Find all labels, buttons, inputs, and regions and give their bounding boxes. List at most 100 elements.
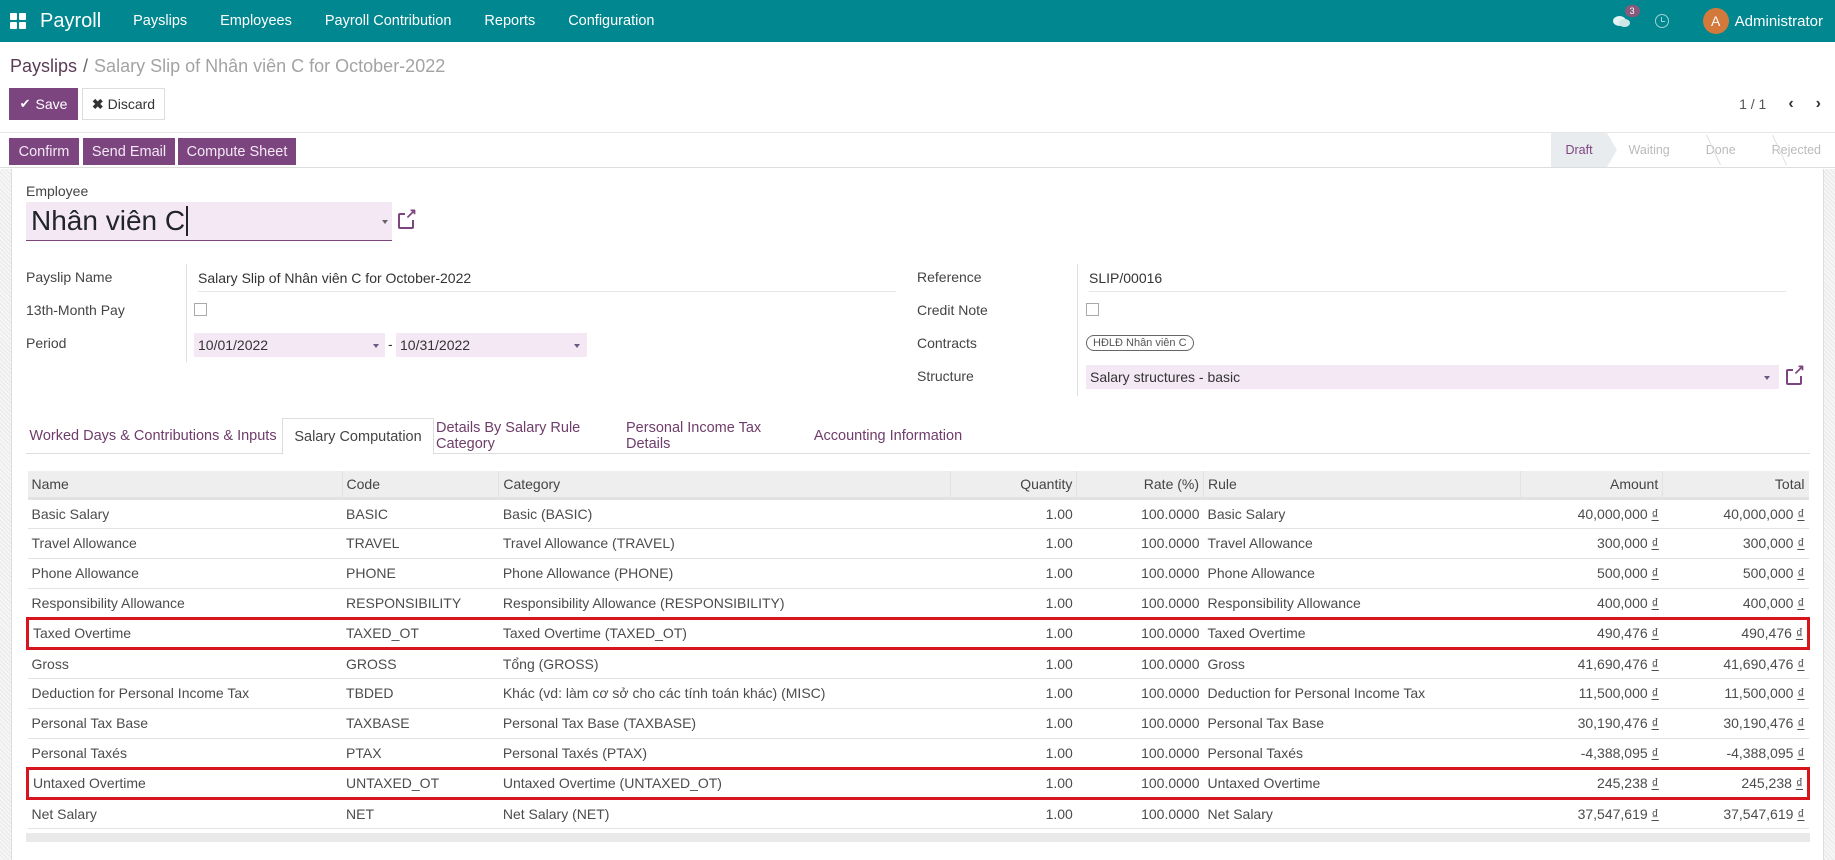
reference-input[interactable]: SLIP/00016	[1089, 270, 1162, 286]
tab-personal-income-tax[interactable]: Personal Income Tax Details	[626, 418, 804, 454]
table-row[interactable]: Gross GROSS Tổng (GROSS) 1.00 100.0000 Gross 4…	[27, 648, 1809, 679]
thirteenth-month-checkbox[interactable]	[194, 303, 207, 316]
payslip-name-input[interactable]: Salary Slip of Nhân viên C for October-2…	[198, 270, 471, 286]
cell-code: GROSS	[342, 648, 499, 679]
contract-tag[interactable]: HĐLĐ Nhân viên C	[1086, 335, 1194, 351]
col-rate[interactable]: Rate (%)	[1076, 471, 1205, 500]
discard-button[interactable]: ✖ Discard	[82, 88, 165, 120]
total-value: 30,190,476	[1723, 715, 1794, 731]
col-category[interactable]: Category	[498, 471, 951, 500]
cell-quantity: 1.00	[950, 616, 1077, 650]
reference-label: Reference	[917, 269, 982, 285]
employee-dropdown-icon[interactable]	[382, 220, 388, 224]
table-body: Basic Salary BASIC Basic (BASIC) 1.00 100.00…	[26, 498, 1810, 829]
amount-value: 40,000,000	[1577, 505, 1648, 522]
cell-amount: 300,000 ₫	[1520, 528, 1663, 559]
col-code[interactable]: Code	[342, 471, 500, 500]
total-value: 300,000	[1742, 535, 1794, 551]
cell-rule: Basic Salary	[1203, 498, 1521, 529]
credit-note-checkbox[interactable]	[1086, 303, 1099, 316]
col-total[interactable]: Total	[1662, 471, 1809, 500]
cell-code: PTAX	[342, 738, 499, 769]
employee-input[interactable]: Nhân viên C	[26, 202, 392, 241]
col-name[interactable]: Name	[27, 471, 343, 500]
app-name[interactable]: Payroll	[40, 10, 101, 33]
send-email-button[interactable]: Send Email	[83, 138, 175, 165]
cell-rate: 100.0000	[1076, 558, 1204, 589]
structure-external-link-icon[interactable]	[1786, 362, 1806, 385]
cell-quantity: 1.00	[950, 498, 1077, 529]
currency-symbol: ₫	[1651, 565, 1659, 581]
save-button[interactable]: ✔ Save	[9, 88, 78, 120]
cell-category: Personal Taxés (PTAX)	[498, 738, 951, 769]
confirm-button[interactable]: Confirm	[9, 138, 79, 165]
employee-external-link-icon[interactable]	[398, 206, 418, 229]
compute-sheet-button[interactable]: Compute Sheet	[178, 138, 296, 165]
col-quantity[interactable]: Quantity	[950, 471, 1078, 500]
tab-accounting-info[interactable]: Accounting Information	[808, 418, 968, 454]
cell-code: TAXED_OT	[342, 616, 499, 650]
table-row[interactable]: Personal Taxés PTAX Personal Taxés (PTAX) 1…	[27, 738, 1809, 769]
close-icon: ✖	[91, 95, 104, 112]
table-footer	[26, 833, 1810, 842]
col-rule[interactable]: Rule	[1203, 471, 1521, 500]
pager-value[interactable]: 1 / 1	[1739, 96, 1766, 112]
period-separator: -	[388, 336, 393, 352]
pager-next-icon[interactable]: ›	[1816, 95, 1821, 113]
cell-category: Tổng (GROSS)	[498, 648, 951, 679]
table-row[interactable]: Travel Allowance TRAVEL Travel Allowance (…	[27, 528, 1809, 559]
table-row[interactable]: Net Salary NET Net Salary (NET) 1.00 100.000…	[27, 798, 1809, 829]
cell-name: Travel Allowance	[27, 528, 343, 559]
period-to-dropdown-icon[interactable]	[574, 344, 580, 348]
cell-rule: Gross	[1203, 648, 1521, 679]
cell-rate: 100.0000	[1076, 616, 1204, 650]
tab-details-by-category[interactable]: Details By Salary Rule Category	[436, 418, 620, 454]
breadcrumb-separator: /	[83, 56, 89, 76]
messages-icon[interactable]: 3	[1612, 5, 1640, 28]
col-amount[interactable]: Amount	[1520, 471, 1664, 500]
amount-value: -4,388,095	[1580, 744, 1648, 761]
cell-rule: Responsibility Allowance	[1203, 588, 1521, 619]
menu-configuration[interactable]: Configuration	[568, 13, 654, 29]
cell-rate: 100.0000	[1076, 588, 1204, 619]
table-row[interactable]: Personal Tax Base TAXBASE Personal Tax Bas…	[27, 708, 1809, 739]
table-row[interactable]: Responsibility Allowance RESPONSIBILITY Re…	[27, 588, 1809, 619]
menu-payroll-contribution[interactable]: Payroll Contribution	[325, 13, 452, 29]
apps-menu-icon[interactable]	[10, 13, 26, 29]
cell-rate: 100.0000	[1076, 648, 1204, 679]
structure-dropdown-icon[interactable]	[1764, 376, 1770, 380]
pager-previous-icon[interactable]: ‹	[1788, 95, 1793, 113]
breadcrumb-payslips-link[interactable]: Payslips	[10, 56, 77, 76]
tab-salary-computation[interactable]: Salary Computation	[282, 418, 434, 455]
table-row[interactable]: Taxed Overtime TAXED_OT Taxed Overtime (TA…	[26, 616, 1810, 650]
user-avatar[interactable]: A	[1702, 8, 1729, 34]
employee-value: Nhân viên C	[31, 205, 186, 236]
total-value: 11,500,000	[1724, 685, 1794, 701]
currency-symbol: ₫	[1651, 655, 1659, 672]
cell-total: 500,000 ₫	[1662, 558, 1809, 589]
cell-amount: 41,690,476 ₫	[1520, 648, 1663, 679]
currency-symbol: ₫	[1795, 625, 1803, 641]
table-row[interactable]: Phone Allowance PHONE Phone Allowance (PHO…	[27, 558, 1809, 589]
menu-reports[interactable]: Reports	[484, 13, 535, 29]
menu-employees[interactable]: Employees	[220, 13, 292, 29]
cell-name: Deduction for Personal Income Tax	[27, 678, 343, 709]
cell-category: Phone Allowance (PHONE)	[498, 558, 951, 589]
activities-clock-icon[interactable]	[1654, 14, 1669, 28]
amount-value: 400,000	[1597, 594, 1648, 611]
cell-code: TBDED	[342, 678, 499, 709]
structure-input[interactable]: Salary structures - basic	[1086, 365, 1779, 389]
period-from-input[interactable]: 10/01/2022	[194, 333, 385, 357]
cell-rule: Personal Tax Base	[1203, 708, 1521, 739]
period-to-input[interactable]: 10/31/2022	[396, 333, 587, 357]
cell-rule: Deduction for Personal Income Tax	[1203, 678, 1521, 709]
user-menu[interactable]: Administrator	[1735, 13, 1823, 30]
table-row[interactable]: Untaxed Overtime UNTAXED_OT Untaxed Overti…	[26, 766, 1810, 800]
tab-worked-days[interactable]: Worked Days & Contributions & Inputs	[26, 418, 280, 454]
period-from-dropdown-icon[interactable]	[373, 344, 379, 348]
table-row[interactable]: Basic Salary BASIC Basic (BASIC) 1.00 100.00…	[27, 498, 1809, 529]
state-done: Done	[1684, 133, 1750, 167]
table-row[interactable]: Deduction for Personal Income Tax TBDED Kh…	[27, 678, 1809, 709]
menu-payslips[interactable]: Payslips	[133, 13, 187, 29]
cell-amount: 37,547,619 ₫	[1520, 798, 1663, 829]
